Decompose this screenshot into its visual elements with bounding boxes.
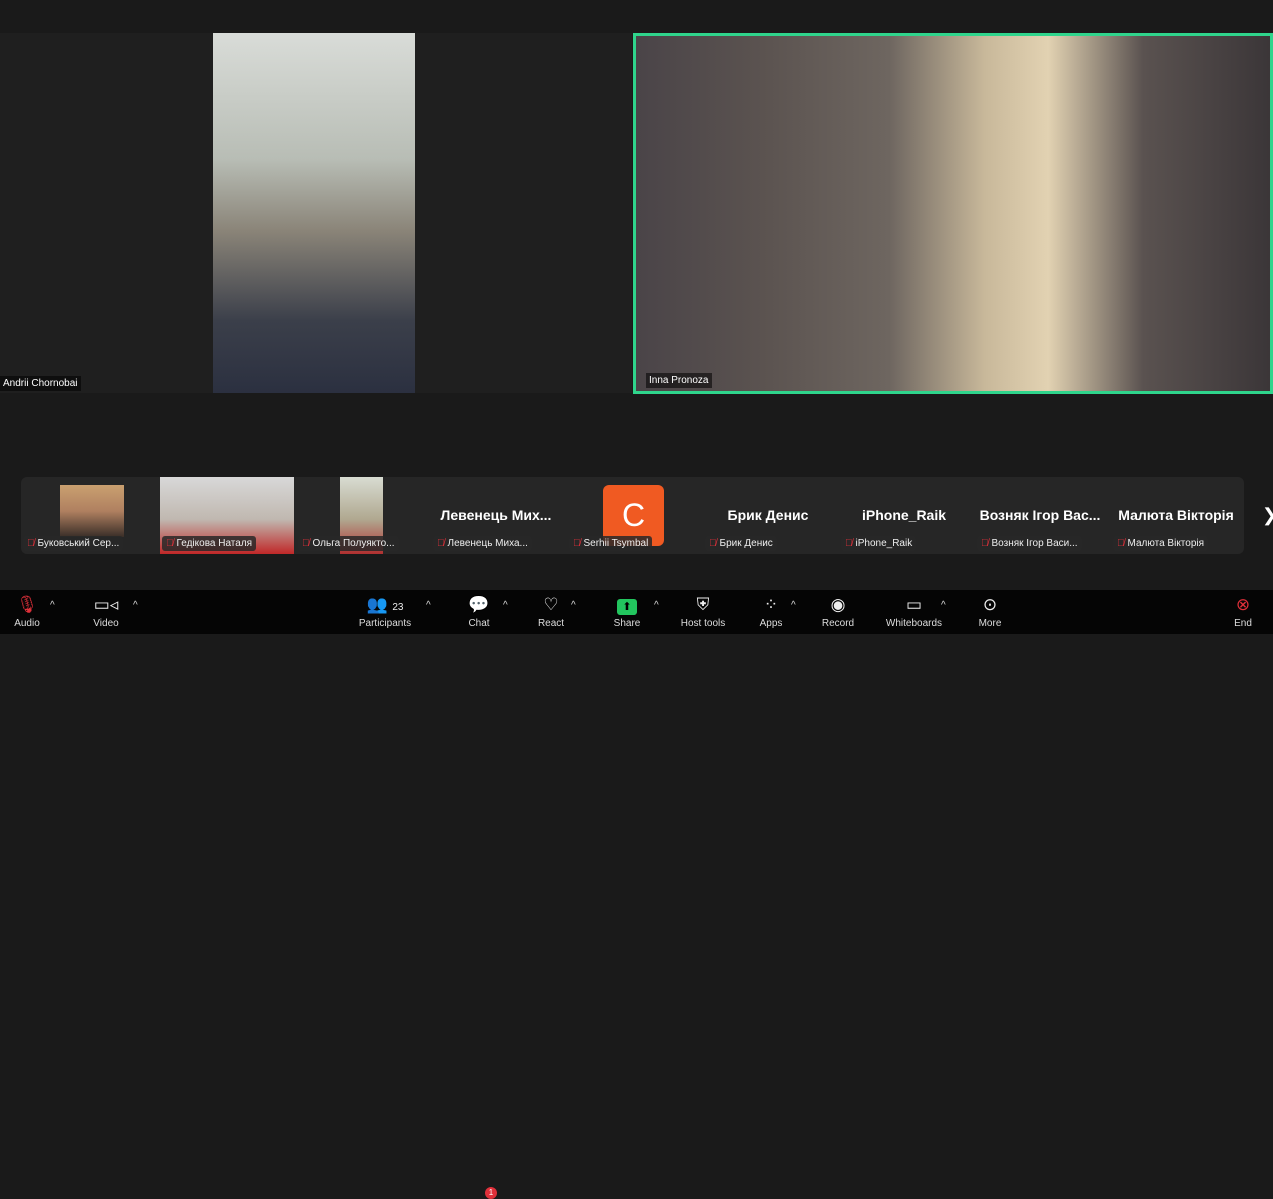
whiteboards-button[interactable]: ▭ Whiteboards bbox=[880, 590, 948, 634]
participant-name: Левенець Миха... bbox=[447, 538, 528, 549]
audio-button[interactable]: 🎙 Audio bbox=[8, 590, 46, 634]
muted-mic-icon: 🎙̸ bbox=[1117, 538, 1125, 549]
host-tools-button[interactable]: ⛨ Host tools bbox=[676, 590, 730, 634]
participant-video bbox=[636, 36, 1270, 391]
whiteboards-label: Whiteboards bbox=[885, 618, 943, 629]
more-button[interactable]: ⊙ More bbox=[972, 590, 1008, 634]
participant-display-name: iPhone_Raik bbox=[861, 507, 947, 523]
next-page-arrow-icon[interactable]: ❯ bbox=[1262, 505, 1273, 526]
video-options-caret-icon[interactable]: ^ bbox=[133, 600, 138, 611]
thumbnail-label: 🎙̸ Буковський Сер... bbox=[23, 536, 124, 551]
participants-button[interactable]: 👥 23 Participants bbox=[354, 590, 416, 634]
whiteboards-options-caret-icon[interactable]: ^ bbox=[941, 600, 946, 611]
host-tools-label: Host tools bbox=[680, 618, 726, 629]
participant-name: Ольга Полуякто... bbox=[312, 538, 395, 549]
apps-label: Apps bbox=[759, 618, 783, 629]
end-meeting-icon: ⊗ bbox=[1235, 595, 1251, 614]
participant-video bbox=[60, 485, 124, 537]
muted-mic-icon: 🎙̸ bbox=[27, 538, 35, 549]
whiteboard-icon: ▭ bbox=[905, 595, 923, 614]
thumbnail-tile[interactable]: 🎙̸ Ольга Полуякто... bbox=[296, 477, 430, 554]
muted-mic-icon: 🎙̸ bbox=[709, 538, 717, 549]
video-camera-icon: ▭◃ bbox=[93, 595, 119, 614]
chat-button[interactable]: 💬 Chat bbox=[462, 590, 496, 634]
participant-name: Малюта Вікторія bbox=[1127, 538, 1205, 549]
more-label: More bbox=[978, 618, 1002, 629]
participant-name: Serhii Tsymbal bbox=[583, 538, 649, 549]
thumbnail-tile[interactable]: Малюта Вікторія 🎙̸ Малюта Вікторія bbox=[1109, 477, 1243, 554]
thumbnail-tile[interactable]: Брик Денис 🎙̸ Брик Денис bbox=[701, 477, 835, 554]
more-icon: ⊙ bbox=[982, 595, 998, 614]
muted-mic-icon: 🎙̸ bbox=[437, 538, 445, 549]
participant-name: Буковський Сер... bbox=[37, 538, 120, 549]
thumbnail-label: 🎙̸ Ольга Полуякто... bbox=[298, 536, 399, 551]
react-label: React bbox=[537, 618, 565, 629]
thumbnail-label: 🎙̸ Serhii Tsymbal bbox=[569, 536, 653, 551]
heart-icon: ♡ bbox=[543, 595, 559, 614]
share-button[interactable]: ⬆ Share bbox=[609, 590, 645, 634]
participant-display-name: Малюта Вікторія bbox=[1118, 507, 1234, 523]
thumbnail-label: 🎙̸ Гедікова Наталя bbox=[162, 536, 257, 551]
audio-label: Audio bbox=[14, 618, 40, 629]
apps-button[interactable]: ⁘ Apps bbox=[754, 590, 788, 634]
record-label: Record bbox=[821, 618, 855, 629]
video-tile[interactable]: Andrii Chornobai bbox=[0, 33, 632, 393]
thumbnail-label: 🎙̸ Левенець Миха... bbox=[433, 536, 532, 551]
participant-name: iPhone_Raik bbox=[855, 538, 913, 549]
muted-mic-icon: 🎙 bbox=[16, 595, 38, 614]
muted-mic-icon: 🎙̸ bbox=[166, 538, 174, 549]
share-options-caret-icon[interactable]: ^ bbox=[654, 600, 659, 611]
participant-name: Andrii Chornobai bbox=[0, 376, 81, 391]
participants-count: 23 bbox=[392, 602, 404, 613]
thumbnail-label: 🎙̸ Возняк Ігор Васи... bbox=[977, 536, 1082, 551]
audio-options-caret-icon[interactable]: ^ bbox=[50, 600, 55, 611]
muted-mic-icon: 🎙̸ bbox=[845, 538, 853, 549]
participant-display-name: Левенець Мих... bbox=[440, 507, 552, 523]
thumbnail-tile[interactable]: Возняк Ігор Вас... 🎙̸ Возняк Ігор Васи... bbox=[973, 477, 1107, 554]
top-bar bbox=[0, 0, 1273, 33]
participants-label: Participants bbox=[358, 618, 412, 629]
participant-name: Возняк Ігор Васи... bbox=[991, 538, 1078, 549]
record-icon: ◉ bbox=[830, 595, 846, 614]
thumbnail-tile[interactable]: 🎙̸ Буковський Сер... bbox=[21, 477, 155, 554]
muted-mic-icon: 🎙̸ bbox=[302, 538, 310, 549]
active-speaker-tile[interactable]: Inna Pronoza bbox=[633, 33, 1273, 394]
meeting-toolbar: 🎙 Audio ^ ▭◃ Video ^ 👥 23 Participants ^ 💬 C… bbox=[0, 590, 1273, 1199]
react-options-caret-icon[interactable]: ^ bbox=[571, 600, 576, 611]
shield-icon: ⛨ bbox=[696, 595, 710, 614]
participant-name: Гедікова Наталя bbox=[176, 538, 253, 549]
chat-label: Chat bbox=[468, 618, 490, 629]
participant-display-name: Брик Денис bbox=[727, 507, 809, 523]
participant-display-name: Возняк Ігор Вас... bbox=[979, 507, 1101, 523]
thumbnail-strip: 🎙̸ Буковський Сер... 🎙̸ Гедікова Наталя 🎙̸… bbox=[21, 477, 1244, 554]
participant-name: Брик Денис bbox=[719, 538, 773, 549]
video-label: Video bbox=[93, 618, 119, 629]
apps-options-caret-icon[interactable]: ^ bbox=[791, 600, 796, 611]
participant-name: Inna Pronoza bbox=[646, 373, 712, 388]
participant-video bbox=[213, 33, 415, 393]
apps-icon: ⁘ bbox=[763, 595, 779, 614]
chat-icon: 💬 bbox=[468, 595, 490, 614]
chat-options-caret-icon[interactable]: ^ bbox=[503, 600, 508, 611]
share-screen-icon: ⬆ bbox=[609, 590, 645, 618]
react-button[interactable]: ♡ React bbox=[533, 590, 569, 634]
end-label: End bbox=[1234, 618, 1252, 629]
thumbnail-label: 🎙̸ Брик Денис bbox=[705, 536, 777, 551]
thumbnail-tile[interactable]: Левенець Мих... 🎙̸ Левенець Миха... bbox=[429, 477, 563, 554]
participants-options-caret-icon[interactable]: ^ bbox=[426, 600, 431, 611]
muted-mic-icon: 🎙̸ bbox=[981, 538, 989, 549]
participants-icon: 👥 23 bbox=[366, 595, 404, 614]
thumbnail-tile[interactable]: iPhone_Raik 🎙̸ iPhone_Raik bbox=[837, 477, 971, 554]
video-button[interactable]: ▭◃ Video bbox=[86, 590, 126, 634]
thumbnail-tile[interactable]: 🎙̸ Serhii Tsymbal bbox=[565, 477, 699, 554]
record-button[interactable]: ◉ Record bbox=[818, 590, 858, 634]
thumbnail-label: 🎙̸ iPhone_Raik bbox=[841, 536, 917, 551]
thumbnail-label: 🎙̸ Малюта Вікторія bbox=[1113, 536, 1209, 551]
share-label: Share bbox=[613, 618, 641, 629]
chat-unread-badge: 1 bbox=[485, 1187, 497, 1199]
end-button[interactable]: ⊗ End bbox=[1226, 590, 1260, 634]
muted-mic-icon: 🎙̸ bbox=[573, 538, 581, 549]
thumbnail-tile[interactable]: 🎙̸ Гедікова Наталя bbox=[160, 477, 294, 554]
